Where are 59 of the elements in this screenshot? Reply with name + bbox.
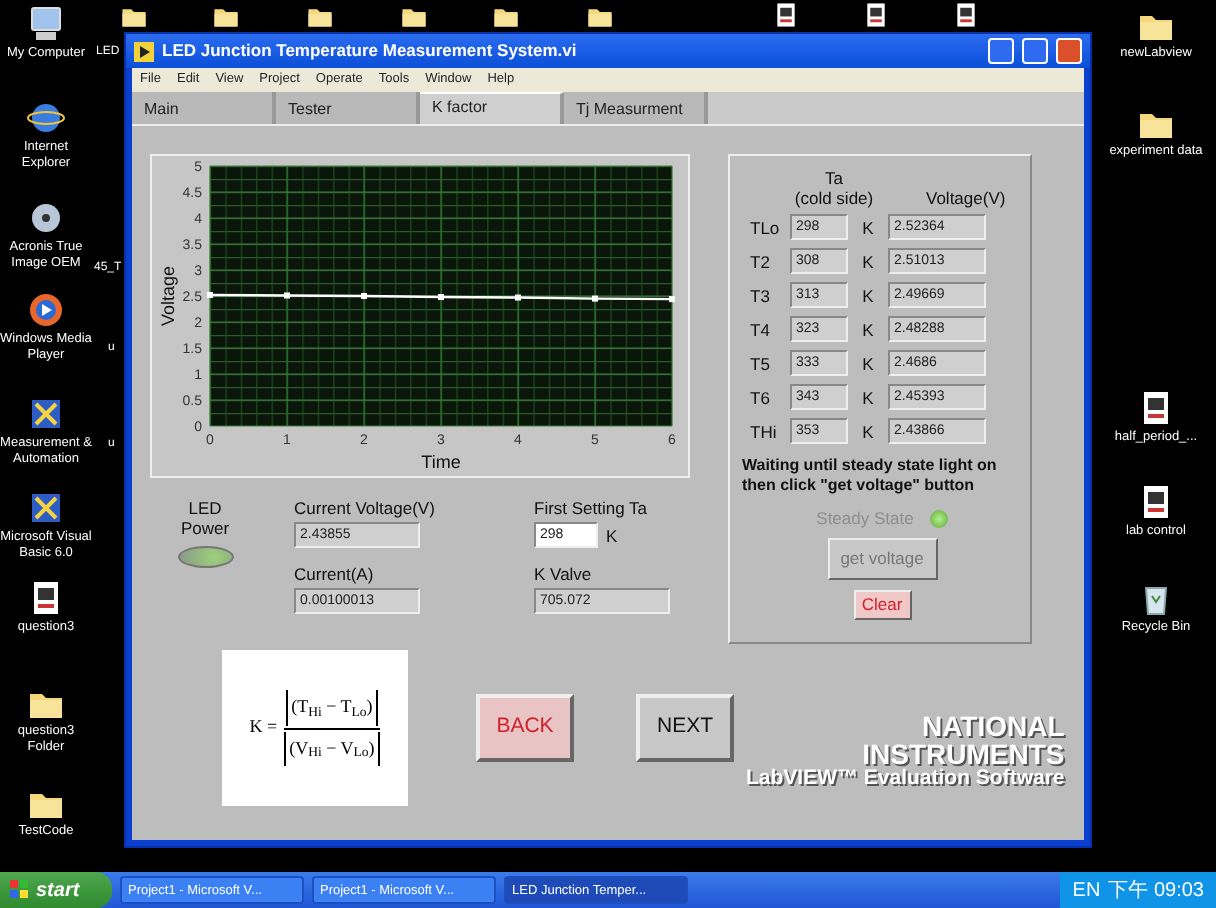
media-player-icon[interactable] <box>26 292 66 328</box>
data-point <box>438 294 444 301</box>
application-icon[interactable] <box>26 396 66 432</box>
formula-text: K = <box>249 714 278 741</box>
tab[interactable]: Tester <box>276 92 420 124</box>
disc-icon[interactable] <box>26 200 66 236</box>
close-button[interactable] <box>1056 38 1082 64</box>
branding-text: NATIONAL <box>921 711 1065 740</box>
instruction-text: Waiting until steady state light on then click "get voltage" button <box>742 456 999 496</box>
formula-text: (V$_{Hi}$ − V$_{Lo}$) <box>283 731 381 766</box>
unit-label: K <box>860 421 876 441</box>
data-point <box>361 293 367 299</box>
led-label: LED Power <box>180 498 230 538</box>
field-label: K Valve <box>534 564 594 584</box>
row-label: T2 <box>748 251 772 271</box>
column-header: Ta (cold side) <box>792 168 876 208</box>
axis-title: Time <box>421 452 461 472</box>
column-header: Voltage(V) <box>926 188 1006 208</box>
clear-button[interactable]: Clear <box>853 590 911 620</box>
tab[interactable]: Main <box>132 92 276 124</box>
window-title: LED Junction Temperature Measurement System.vi <box>162 38 579 64</box>
unit-label: K <box>860 251 876 271</box>
row-label: T6 <box>748 387 772 407</box>
unit-label: K <box>860 319 876 339</box>
unit-label: K <box>860 217 876 237</box>
application-icon[interactable] <box>26 490 66 526</box>
data-point <box>669 296 675 303</box>
data-point <box>515 294 521 301</box>
minimize-button[interactable] <box>988 38 1014 64</box>
branding-text: INSTRUMENTS <box>862 739 1065 768</box>
windows-logo-icon <box>10 880 30 900</box>
app-icon <box>134 41 154 61</box>
branding-text: LabVIEW™ Evaluation Software <box>746 767 1065 789</box>
axis-title: Voltage <box>158 265 178 327</box>
unit-label: K <box>860 285 876 305</box>
clock: 下午 09:03 <box>1108 877 1204 905</box>
computer-icon[interactable] <box>26 6 66 42</box>
data-point <box>592 295 598 302</box>
row-label: TLo <box>748 217 782 237</box>
next-button[interactable]: NEXT <box>636 694 734 762</box>
field-label: Current(A) <box>294 564 376 584</box>
row-label: THi <box>748 421 779 441</box>
start-button[interactable]: start <box>0 872 112 908</box>
row-label: T5 <box>748 353 772 373</box>
row-label: T3 <box>748 285 772 305</box>
row-label: T4 <box>748 319 772 339</box>
data-point <box>284 292 290 299</box>
data-point <box>207 291 213 298</box>
tab[interactable]: K factor <box>420 92 564 124</box>
unit-label: K <box>606 525 618 545</box>
unit-label: K <box>860 387 876 407</box>
tab[interactable]: Tj Measurment <box>564 92 708 124</box>
language-indicator: EN <box>1072 877 1101 905</box>
formula-text: (T$_{Hi}$ − T$_{Lo}$) <box>285 690 379 725</box>
globe-icon[interactable] <box>26 100 66 136</box>
unit-label: K <box>860 353 876 373</box>
field-label: Current Voltage(V) <box>294 498 437 518</box>
field-label: First Setting Ta <box>534 498 650 518</box>
maximize-button[interactable] <box>1022 38 1048 64</box>
